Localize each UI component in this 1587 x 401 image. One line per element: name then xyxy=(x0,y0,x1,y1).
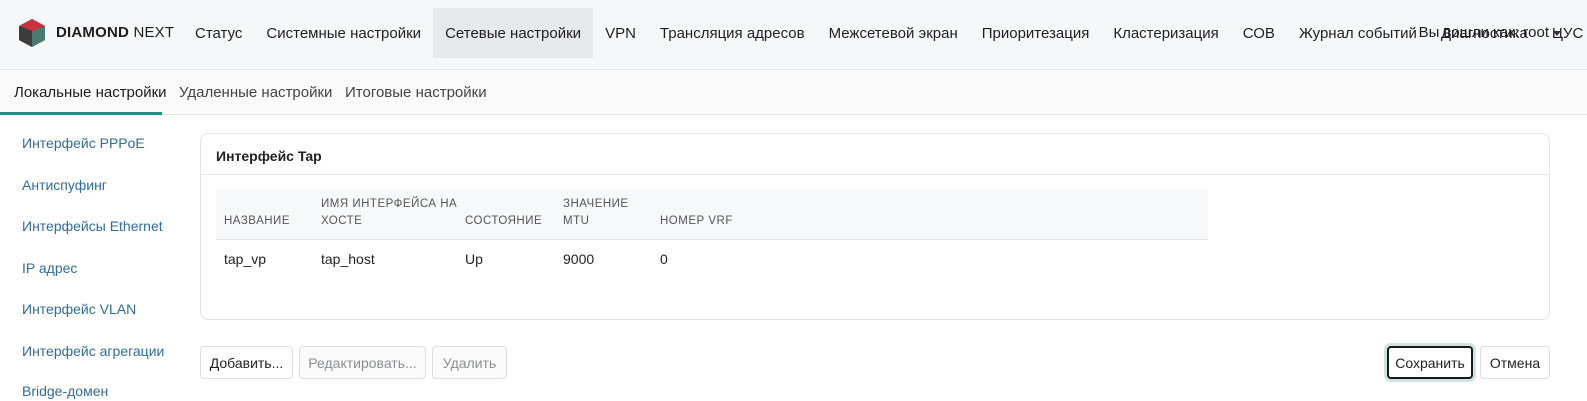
column-header-mtu-line1: ЗНАЧЕНИЕ xyxy=(563,198,629,210)
nav-item-ids[interactable]: СОВ xyxy=(1231,8,1287,58)
sidebar-item-bridge-domain[interactable]: Bridge-домен xyxy=(22,383,108,399)
edit-button[interactable]: Редактировать... xyxy=(299,346,426,379)
delete-button[interactable]: Удалить xyxy=(432,346,507,379)
column-header-vrf-line1: НОМЕР VRF xyxy=(660,215,733,227)
nav-item-event-log[interactable]: Журнал событий xyxy=(1287,8,1429,58)
table-row[interactable]: tap_vp tap_host Up 9000 0 xyxy=(216,240,1208,278)
chevron-down-icon xyxy=(1553,31,1561,36)
nav-item-vpn[interactable]: VPN xyxy=(593,8,648,58)
cancel-button[interactable]: Отмена xyxy=(1480,346,1550,379)
column-header-state-line1: СОСТОЯНИЕ xyxy=(465,215,543,227)
column-header-mtu-line2: MTU xyxy=(563,215,590,227)
save-button[interactable]: Сохранить xyxy=(1387,346,1473,379)
sidebar-item-ip-address[interactable]: IP адрес xyxy=(22,260,77,276)
brand-name: DIAMOND NEXT xyxy=(56,24,174,41)
tap-interface-card: Интерфейс Tap НАЗВАНИЕ ИМЯ ИНТЕРФЕЙСА НА… xyxy=(200,133,1550,320)
table-header: НАЗВАНИЕ ИМЯ ИНТЕРФЕЙСА НА ХОСТЕ СОСТОЯН… xyxy=(216,189,1208,240)
nav-item-status[interactable]: Статус xyxy=(183,8,254,58)
diamond-logo-icon xyxy=(19,19,45,47)
nav-item-clustering[interactable]: Кластеризация xyxy=(1101,8,1230,58)
column-header-state: СОСТОЯНИЕ xyxy=(465,213,542,230)
column-header-name: НАЗВАНИЕ xyxy=(224,213,290,230)
cell-mtu: 9000 xyxy=(563,251,595,267)
column-header-name-line1: НАЗВАНИЕ xyxy=(224,215,290,227)
column-header-mtu: ЗНАЧЕНИЕ MTU xyxy=(563,196,629,230)
nav-item-nat[interactable]: Трансляция адресов xyxy=(648,8,817,58)
column-header-host-interface-line2: ХОСТЕ xyxy=(321,215,363,227)
nav-item-prioritization[interactable]: Приоритезация xyxy=(970,8,1102,58)
tap-table: НАЗВАНИЕ ИМЯ ИНТЕРФЕЙСА НА ХОСТЕ СОСТОЯН… xyxy=(216,189,1208,278)
sidebar-item-ethernet[interactable]: Интерфейсы Ethernet xyxy=(22,218,163,234)
tab-summary-settings[interactable]: Итоговые настройки xyxy=(345,70,487,115)
cell-vrf: 0 xyxy=(660,251,668,267)
cell-host-interface: tap_host xyxy=(321,251,375,267)
tab-remote-settings[interactable]: Удаленные настройки xyxy=(179,70,332,115)
card-title: Интерфейс Tap xyxy=(216,148,322,164)
add-button[interactable]: Добавить... xyxy=(200,346,293,379)
sub-tabs: Локальные настройки Удаленные настройки … xyxy=(0,70,1587,115)
brand-bold: DIAMOND xyxy=(56,24,130,41)
main-nav: Статус Системные настройки Сетевые настр… xyxy=(183,8,1587,58)
sidebar-item-antispoofing[interactable]: Антиспуфинг xyxy=(22,177,107,193)
nav-item-network-settings[interactable]: Сетевые настройки xyxy=(433,8,594,58)
sidebar-item-vlan[interactable]: Интерфейс VLAN xyxy=(22,301,136,317)
brand-light: NEXT xyxy=(133,24,175,41)
column-header-host-interface-line1: ИМЯ ИНТЕРФЕЙСА НА xyxy=(321,198,458,210)
active-tab-indicator xyxy=(0,112,162,115)
tab-local-settings[interactable]: Локальные настройки xyxy=(14,70,167,115)
nav-item-firewall[interactable]: Межсетевой экран xyxy=(817,8,970,58)
sidebar-item-pppoe[interactable]: Интерфейс PPPoE xyxy=(22,135,145,151)
sidebar: Интерфейс PPPoE Антиспуфинг Интерфейсы E… xyxy=(0,116,185,401)
user-menu[interactable]: Вы вошли как: root xyxy=(1419,24,1561,41)
divider xyxy=(201,174,1549,175)
user-label: Вы вошли как: root xyxy=(1418,24,1549,41)
column-header-vrf: НОМЕР VRF xyxy=(660,213,733,230)
column-header-host-interface: ИМЯ ИНТЕРФЕЙСА НА ХОСТЕ xyxy=(321,196,457,230)
top-navbar: DIAMOND NEXT Статус Системные настройки … xyxy=(0,0,1587,70)
nav-item-system-settings[interactable]: Системные настройки xyxy=(254,8,433,58)
sidebar-item-aggregation[interactable]: Интерфейс агрегации xyxy=(22,343,164,359)
cell-name: tap_vp xyxy=(224,251,267,267)
cell-state: Up xyxy=(465,251,483,267)
